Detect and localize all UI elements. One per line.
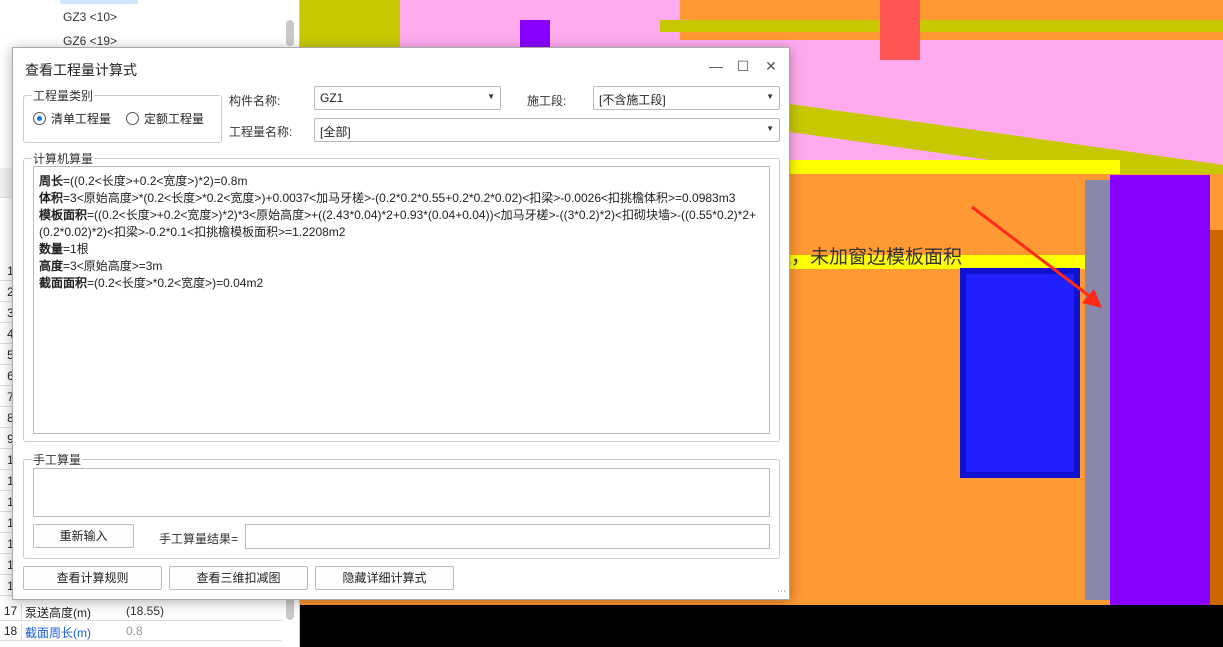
select-value: [不含施工段]: [599, 93, 666, 107]
formula-name: 高度: [39, 259, 64, 273]
formula-line: 数量=1根: [39, 241, 764, 258]
quantity-formula-dialog: 查看工程量计算式 — ☐ ✕ 工程量类别 清单工程量 定额工程量 构件名称: G…: [12, 47, 790, 600]
radio-unselected-icon: [126, 112, 139, 125]
stage-label: 施工段:: [527, 94, 567, 108]
select-value: GZ1: [320, 91, 344, 105]
radio-selected-icon: [33, 112, 46, 125]
group-label: 工程量类别: [33, 89, 94, 103]
manual-result-label: 手工算量结果=: [159, 532, 239, 546]
component-label: 构件名称:: [229, 94, 281, 108]
component-select[interactable]: GZ1 ▼: [314, 86, 501, 110]
close-icon[interactable]: ✕: [761, 56, 781, 76]
formula-name: 周长: [39, 174, 64, 188]
manual-input-area[interactable]: [33, 468, 770, 517]
formula-expression: =((0.2<长度>+0.2<宽度>)*2)*3<原始高度>+((2.43*0.…: [39, 208, 756, 239]
chevron-down-icon: ▼: [766, 124, 774, 133]
arrow-to-column: [971, 205, 1102, 308]
maximize-icon[interactable]: ☐: [733, 56, 753, 76]
formula-name: 数量: [39, 242, 64, 256]
formula-expression: =((0.2<长度>+0.2<宽度>)*2)=0.8m: [63, 174, 248, 188]
formula-expression: =1根: [63, 242, 89, 256]
formula-line: 截面面积=(0.2<长度>*0.2<宽度>)=0.04m2: [39, 275, 764, 292]
minimize-icon[interactable]: —: [706, 56, 726, 76]
group-label: 计算机算量: [33, 152, 94, 166]
formula-name: 模板面积: [39, 208, 88, 222]
quantity-name-label: 工程量名称:: [229, 125, 293, 139]
chevron-down-icon: ▼: [766, 92, 774, 101]
stage-select[interactable]: [不含施工段] ▼: [593, 86, 780, 110]
formula-name: 截面面积: [39, 276, 88, 290]
radio-quota-quantity[interactable]: 定额工程量: [126, 110, 204, 127]
formula-line: 周长=((0.2<长度>+0.2<宽度>)*2)=0.8m: [39, 173, 764, 190]
dialog-title: 查看工程量计算式: [25, 62, 137, 78]
chevron-down-icon: ▼: [487, 92, 495, 101]
formula-expression: =3<原始高度>=3m: [63, 259, 163, 273]
select-value: [全部]: [320, 125, 351, 139]
formula-name: 体积: [39, 191, 64, 205]
group-label: 手工算量: [33, 453, 82, 467]
view-3d-deduction-button[interactable]: 查看三维扣减图: [169, 566, 308, 590]
resize-grip-icon[interactable]: ⋯: [777, 586, 786, 597]
view-rules-button[interactable]: 查看计算规则: [23, 566, 162, 590]
radio-label: 清单工程量: [51, 112, 112, 126]
formula-expression: =(0.2<长度>*0.2<宽度>)=0.04m2: [87, 276, 264, 290]
formula-expression: =3<原始高度>*(0.2<长度>*0.2<宽度>)+0.0037<加马牙槎>-…: [63, 191, 736, 205]
formula-line: 体积=3<原始高度>*(0.2<长度>*0.2<宽度>)+0.0037<加马牙槎…: [39, 190, 764, 207]
reenter-button[interactable]: 重新输入: [33, 524, 134, 548]
manual-result-input[interactable]: [245, 524, 770, 549]
radio-bill-quantity[interactable]: 清单工程量: [33, 110, 111, 127]
hide-detail-button[interactable]: 隐藏详细计算式: [315, 566, 454, 590]
formula-text-area[interactable]: 周长=((0.2<长度>+0.2<宽度>)*2)=0.8m 体积=3<原始高度>*…: [33, 166, 770, 434]
quantity-name-select[interactable]: [全部] ▼: [314, 118, 780, 142]
formula-line: 高度=3<原始高度>=3m: [39, 258, 764, 275]
formula-line: 模板面积=((0.2<长度>+0.2<宽度>)*2)*3<原始高度>+((2.4…: [39, 207, 764, 241]
radio-label: 定额工程量: [144, 112, 205, 126]
